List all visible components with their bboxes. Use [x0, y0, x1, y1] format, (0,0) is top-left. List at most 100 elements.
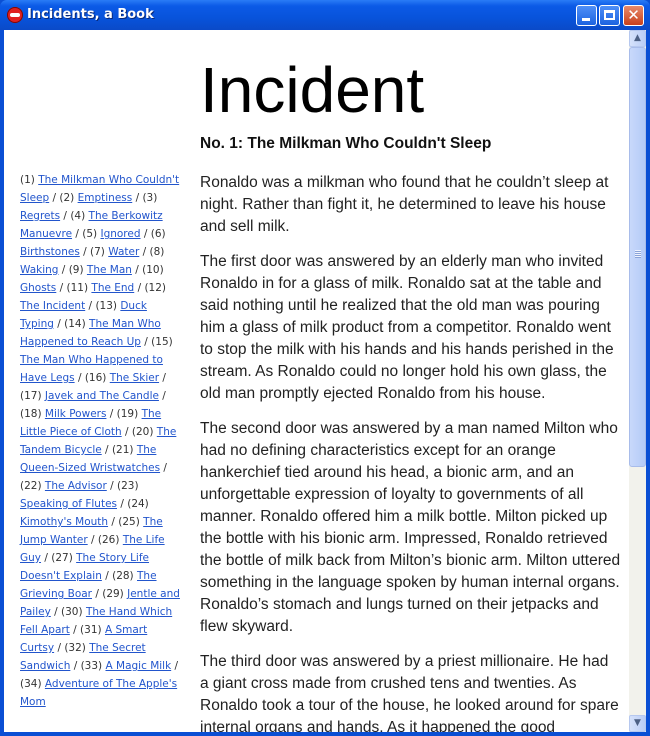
separator: /: [92, 588, 103, 600]
separator: /: [58, 264, 69, 276]
chapter-number: (12): [144, 282, 167, 294]
chapter-number: (32): [64, 642, 90, 654]
scroll-up-button[interactable]: ▲: [629, 30, 646, 47]
chapter-number: (33): [80, 660, 106, 672]
chapter-number: (8): [149, 246, 165, 258]
separator: /: [158, 390, 166, 402]
chapter-link[interactable]: The Man: [87, 264, 132, 276]
chapter-link[interactable]: The Skier: [110, 372, 159, 384]
separator: /: [131, 264, 143, 276]
separator: /: [72, 228, 83, 240]
separator: /: [106, 408, 117, 420]
separator: /: [101, 570, 113, 582]
separator: /: [159, 372, 166, 384]
chapter-link[interactable]: Milk Powers: [45, 408, 107, 420]
chapter-link[interactable]: Kimothy's Mouth: [20, 516, 108, 528]
chapter-number: (7): [90, 246, 109, 258]
separator: /: [140, 228, 151, 240]
chapter-link[interactable]: Ghosts: [20, 282, 56, 294]
story-body: Ronaldo was a milkman who found that he …: [200, 172, 621, 732]
maximize-icon: [604, 10, 615, 20]
chapter-number: (27): [51, 552, 77, 564]
page-content: Incident No. 1: The Milkman Who Couldn't…: [4, 30, 646, 732]
chapter-number: (29): [102, 588, 128, 600]
separator: /: [41, 552, 52, 564]
story-paragraph: The third door was answered by a priest …: [200, 653, 619, 732]
separator: /: [49, 192, 60, 204]
chapter-number: (13): [95, 300, 121, 312]
chapter-link[interactable]: The End: [91, 282, 134, 294]
close-icon: ✕: [627, 6, 640, 24]
page-title: Incident: [200, 54, 425, 126]
chapter-link[interactable]: Javek and The Candle: [45, 390, 159, 402]
separator: /: [106, 480, 117, 492]
maximize-button[interactable]: [599, 5, 620, 26]
story-paragraph: The first door was answered by an elderl…: [200, 253, 614, 402]
close-button[interactable]: ✕: [623, 5, 644, 26]
story-paragraph: Ronaldo was a milkman who found that he …: [200, 174, 609, 235]
chapter-link[interactable]: The Incident: [20, 300, 85, 312]
vertical-scrollbar[interactable]: ▲ ▼: [629, 30, 646, 732]
chapter-link[interactable]: Emptiness: [78, 192, 133, 204]
chapter-number: (10): [142, 264, 164, 276]
separator: /: [79, 246, 91, 258]
window-title: Incidents, a Book: [27, 7, 154, 22]
separator: /: [53, 318, 65, 330]
chapter-number: (14): [64, 318, 90, 330]
separator: /: [70, 660, 81, 672]
chapter-link[interactable]: Water: [108, 246, 139, 258]
separator: /: [50, 606, 62, 618]
chapter-number: (31): [80, 624, 105, 636]
separator: /: [134, 282, 145, 294]
chapter-link[interactable]: The Advisor: [45, 480, 107, 492]
chapter-number: (23): [117, 480, 139, 492]
minimize-icon: [582, 18, 590, 21]
minimize-button[interactable]: [576, 5, 597, 26]
chapter-link[interactable]: Ignored: [100, 228, 140, 240]
separator: /: [56, 282, 67, 294]
grip-icon: [635, 250, 641, 258]
chapter-number: (28): [112, 570, 137, 582]
separator: /: [117, 498, 128, 510]
story-paragraph: The second door was answered by a man na…: [200, 420, 621, 635]
chapter-number: (21): [111, 444, 137, 456]
chapter-number: (18): [20, 408, 45, 420]
separator: /: [87, 534, 98, 546]
separator: /: [101, 444, 112, 456]
app-icon[interactable]: [7, 7, 23, 23]
title-bar[interactable]: Incidents, a Book ✕: [0, 0, 650, 30]
chapter-number: (30): [61, 606, 86, 618]
chapter-number: (6): [150, 228, 166, 240]
chapter-heading: No. 1: The Milkman Who Couldn't Sleep: [200, 135, 492, 152]
chapter-number: (26): [97, 534, 123, 546]
separator: /: [139, 246, 150, 258]
separator: /: [132, 192, 143, 204]
chapter-link[interactable]: A Magic Milk: [105, 660, 171, 672]
separator: /: [54, 642, 65, 654]
scroll-thumb[interactable]: [629, 47, 646, 467]
app-window: Incidents, a Book ✕ Incident No. 1: The …: [0, 0, 650, 736]
chapter-number: (2): [59, 192, 78, 204]
chapter-number: (15): [151, 336, 173, 348]
separator: /: [171, 660, 179, 672]
chapter-number: (4): [70, 210, 89, 222]
chapter-number: (5): [82, 228, 101, 240]
chapter-number: (20): [131, 426, 157, 438]
chapter-number: (22): [20, 480, 45, 492]
scroll-down-button[interactable]: ▼: [629, 715, 646, 732]
chapter-number: (9): [68, 264, 87, 276]
chapter-link[interactable]: Waking: [20, 264, 58, 276]
chapter-link[interactable]: Speaking of Flutes: [20, 498, 117, 510]
chapter-number: (25): [118, 516, 144, 528]
chapter-number: (19): [116, 408, 142, 420]
chapter-number: (17): [20, 390, 45, 402]
separator: /: [60, 210, 71, 222]
separator: /: [108, 516, 119, 528]
chapter-number: (11): [66, 282, 92, 294]
separator: /: [69, 624, 81, 636]
chapter-link[interactable]: Regrets: [20, 210, 60, 222]
chapter-number: (24): [127, 498, 149, 510]
separator: /: [121, 426, 132, 438]
chapter-link[interactable]: Birthstones: [20, 246, 80, 258]
separator: /: [140, 336, 152, 348]
